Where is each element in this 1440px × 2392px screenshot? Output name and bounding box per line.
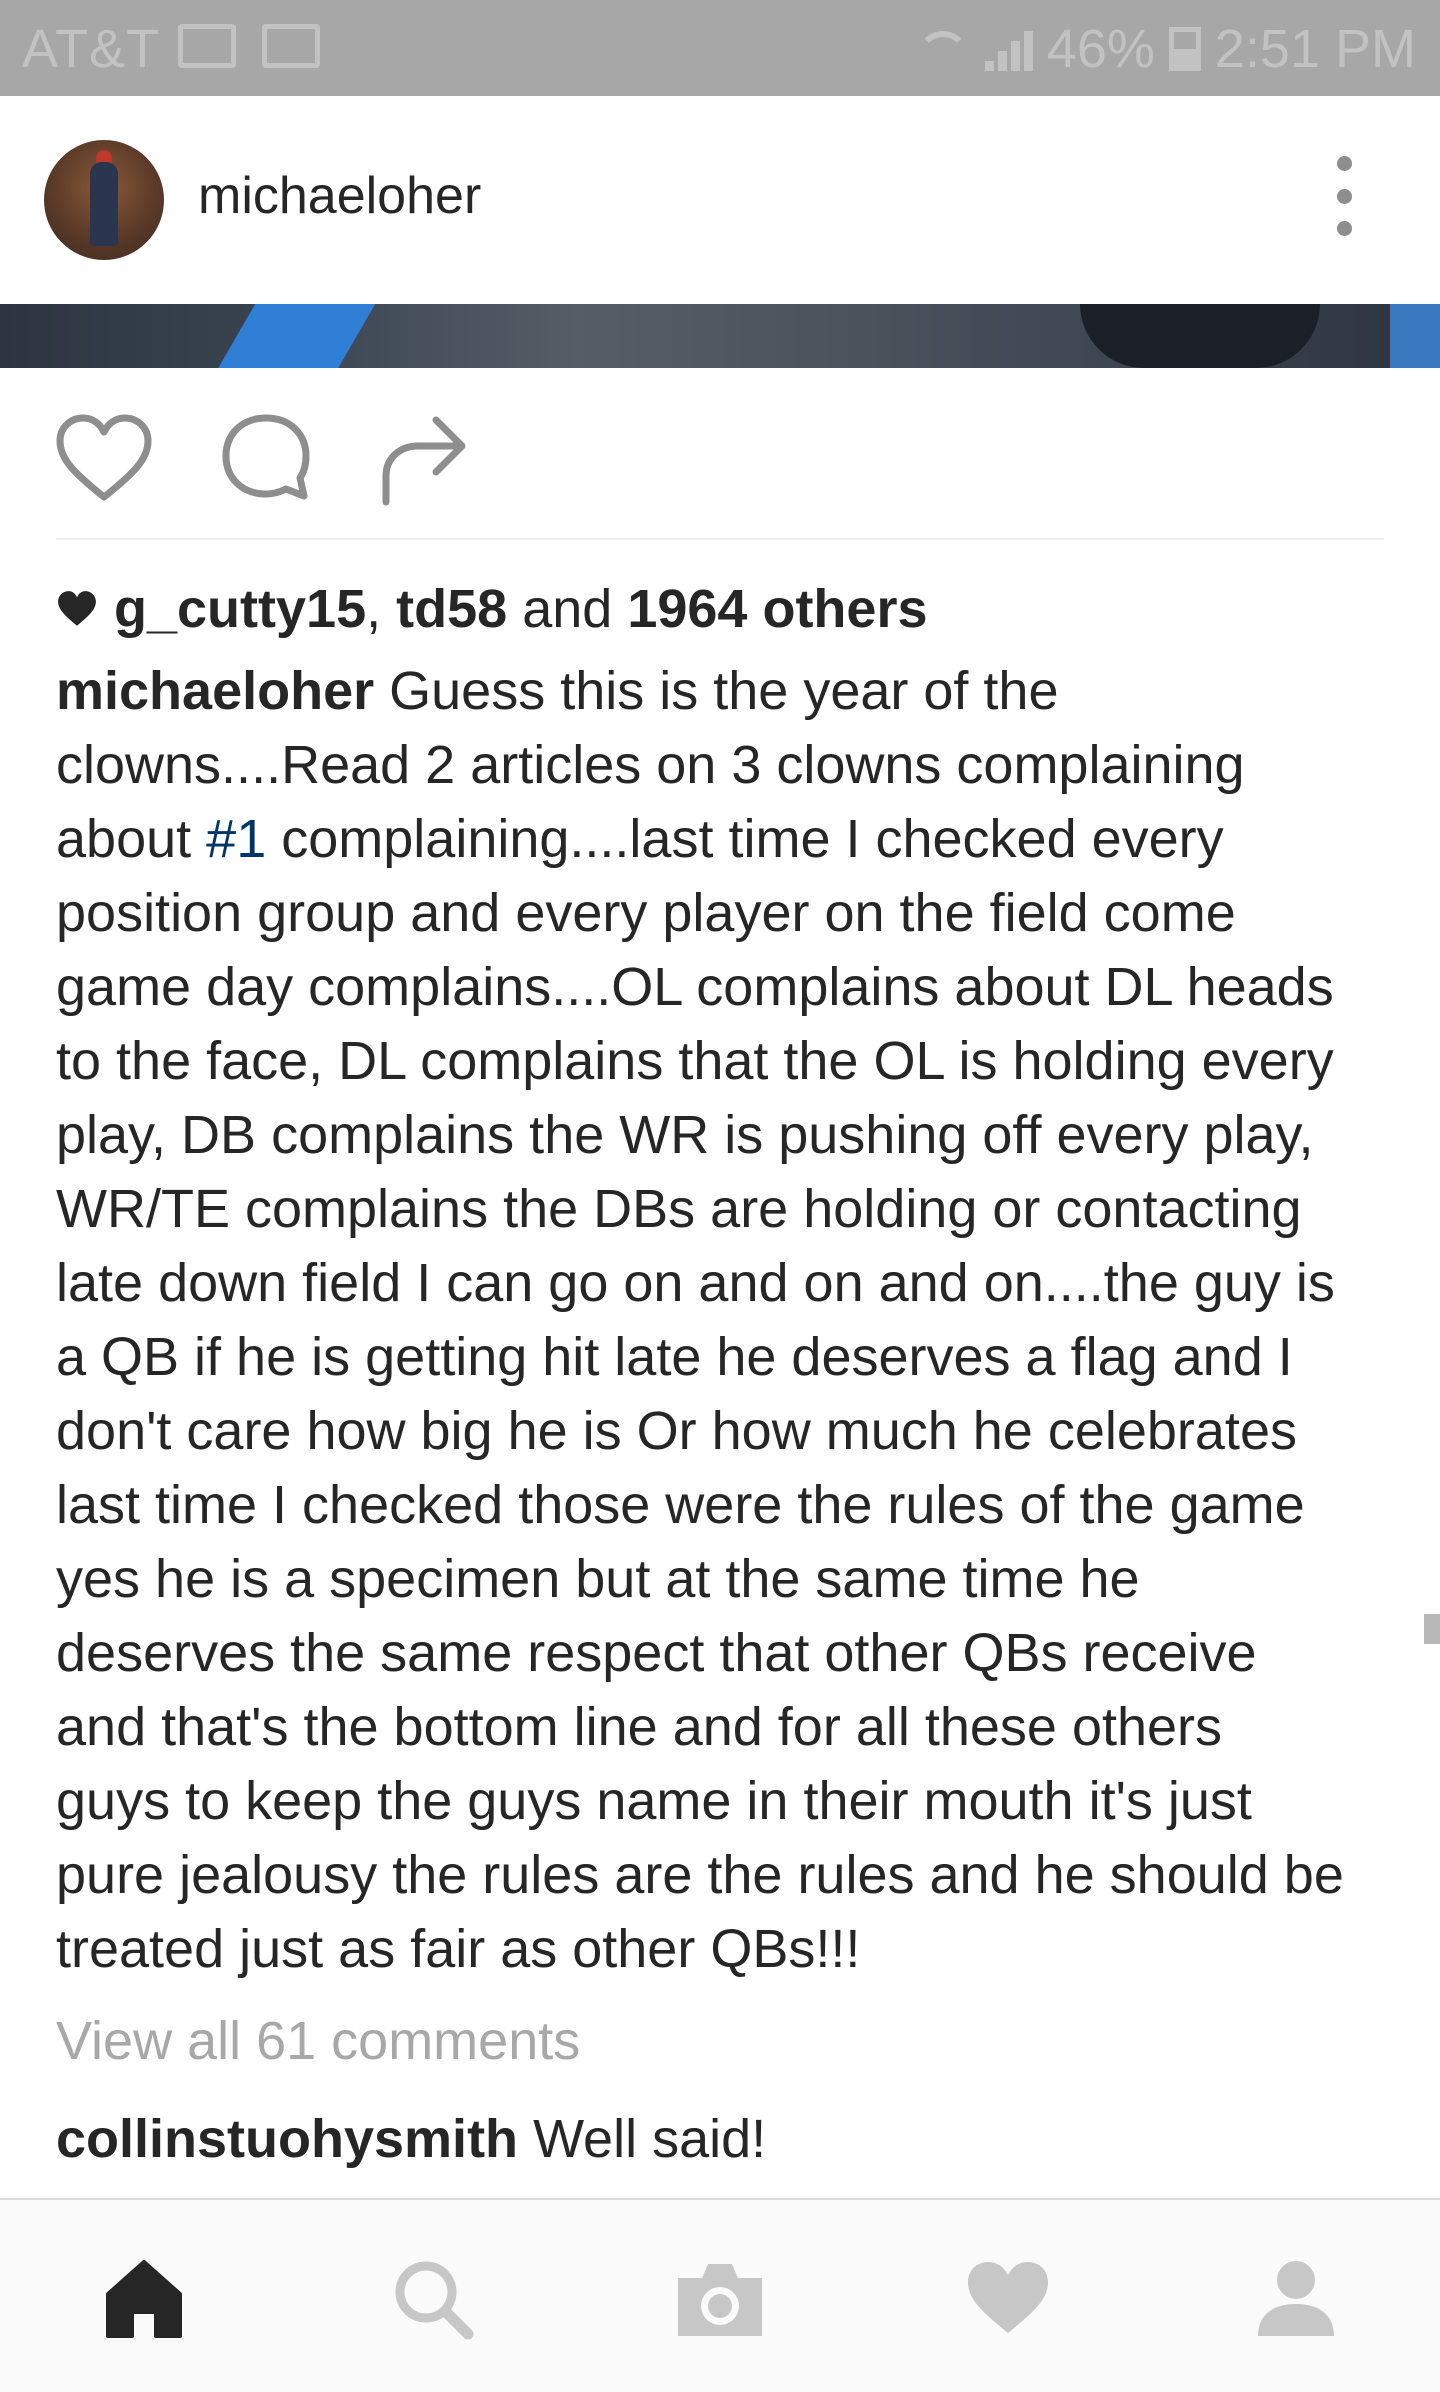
caption-line: deserves the same respect that other QBs… [56,1623,1257,1683]
gmail-icon [178,24,236,68]
caption-line: and that's the bottom line and for all t… [56,1697,1223,1757]
heart-filled-icon [58,591,96,626]
post-image[interactable] [0,304,1440,368]
battery-percent: 46% [1046,19,1155,79]
caption-line: to the face, DL complains that the OL is… [56,1031,1334,1091]
likes-row[interactable]: g_cutty15, td58 and 1964 others [56,578,928,640]
caption-line: game day complains....OL complains about… [56,957,1334,1017]
comment-username[interactable]: collinstuohysmith [56,2109,518,2169]
battery-icon [1168,27,1201,71]
avatar[interactable] [44,140,164,260]
comment-item: collinstuohysmith Well said! [56,2108,766,2170]
liker-username[interactable]: td58 [396,578,507,640]
likes-count[interactable]: 1964 others [627,578,927,640]
caption-line: clowns....Read 2 articles on 3 clowns co… [56,735,1245,795]
hashtag-link[interactable]: #1 [206,809,266,869]
caption-username[interactable]: michaeloher [56,661,374,721]
profile-icon[interactable] [1246,2248,1346,2348]
caption-line: treated just as fair as other QBs!!! [56,1919,861,1979]
post-caption: michaeloher Guess this is the year of th… [56,654,1396,1986]
heart-icon[interactable] [958,2248,1058,2348]
view-all-comments-link[interactable]: View all 61 comments [56,2010,580,2072]
book-icon [262,24,320,68]
signal-icon [984,27,1033,71]
caption-line: guys to keep the guys name in their mout… [56,1771,1252,1831]
caption-line: complaining....last time I checked every [281,809,1224,869]
likes-and: and [522,579,613,639]
scrollbar[interactable] [1424,1614,1440,1644]
carrier-label: AT&T [22,19,160,79]
share-arrow-icon[interactable] [374,408,474,508]
post-username[interactable]: michaeloher [198,166,481,226]
wifi-icon [915,27,971,71]
caption-line: don't care how big he is Or how much he … [56,1401,1297,1461]
likes-separator: , [366,579,382,639]
comment-text: Well said! [533,2109,767,2169]
heart-outline-icon[interactable] [54,408,154,508]
comment-bubble-icon[interactable] [216,408,316,508]
divider [56,538,1384,540]
status-bar: AT&T 46% 2:51 PM [0,0,1440,96]
post-header: michaeloher [0,96,1440,304]
home-icon[interactable] [94,2248,194,2348]
caption-word: about [56,809,192,869]
bottom-nav [0,2198,1440,2392]
clock: 2:51 PM [1214,19,1416,79]
caption-line: play, DB complains the WR is pushing off… [56,1105,1314,1165]
caption-line: last time I checked those were the rules… [56,1475,1305,1535]
camera-icon[interactable] [670,2248,770,2348]
action-row [0,368,1440,538]
search-icon[interactable] [382,2248,482,2348]
caption-line: position group and every player on the f… [56,883,1236,943]
caption-line: pure jealousy the rules are the rules an… [56,1845,1344,1905]
caption-line: late down field I can go on and on and o… [56,1253,1335,1313]
caption-line: WR/TE complains the DBs are holding or c… [56,1179,1302,1239]
caption-line: Guess this is the year of the [389,661,1059,721]
more-options-icon[interactable] [1320,156,1368,236]
caption-line: yes he is a specimen but at the same tim… [56,1549,1140,1609]
liker-username[interactable]: g_cutty15 [114,578,366,640]
caption-line: a QB if he is getting hit late he deserv… [56,1327,1293,1387]
